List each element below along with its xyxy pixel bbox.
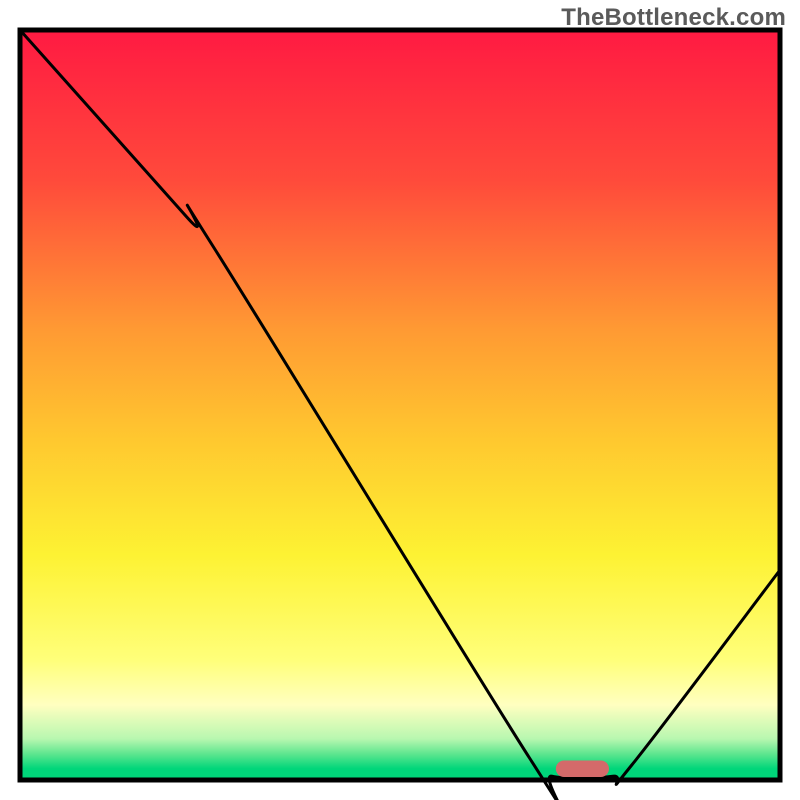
gradient-background [20, 30, 780, 780]
plot-area [20, 30, 780, 800]
chart-stage: TheBottleneck.com [0, 0, 800, 800]
bottleneck-marker [556, 761, 609, 778]
bottleneck-chart [0, 0, 800, 800]
